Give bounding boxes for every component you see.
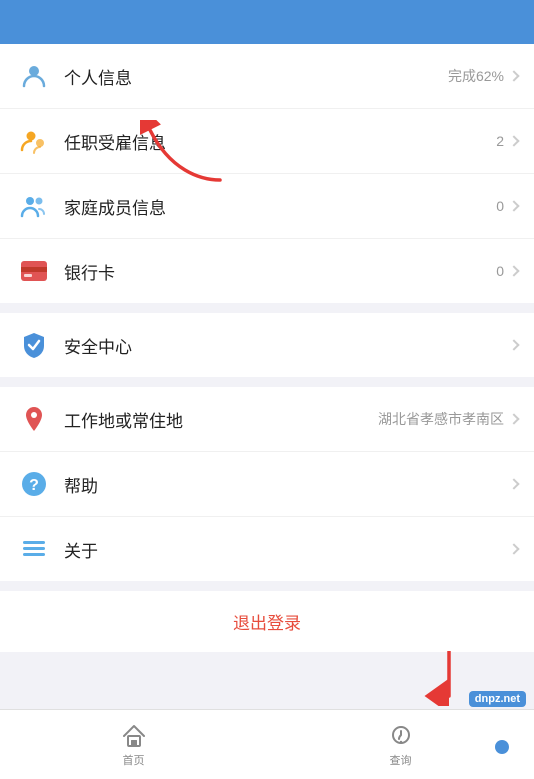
query-label: 查询 [390, 752, 412, 768]
bank-card-label: 银行卡 [64, 259, 496, 284]
employment-info-value: 2 [496, 133, 504, 149]
security-icon [16, 327, 52, 363]
chevron-icon [508, 200, 519, 211]
nav-item-home[interactable]: 首页 [0, 722, 267, 768]
family-info-value: 0 [496, 198, 504, 214]
menu-item-family-info[interactable]: 家庭成员信息 0 [0, 174, 534, 239]
nav-item-query[interactable]: 查询 [267, 722, 534, 768]
bank-card-icon [16, 253, 52, 289]
menu-item-bank-card[interactable]: 银行卡 0 [0, 239, 534, 303]
employ-icon [16, 123, 52, 159]
query-icon [387, 722, 415, 750]
home-label: 首页 [123, 752, 145, 768]
work-location-value: 湖北省孝感市孝南区 [378, 409, 504, 429]
watermark: dnpz.net [469, 691, 526, 707]
annotation-arrow-down [424, 651, 474, 711]
security-center-label: 安全中心 [64, 333, 504, 358]
employment-info-label: 任职受雇信息 [64, 129, 496, 154]
menu-item-about[interactable]: 关于 [0, 517, 534, 581]
person-icon [16, 58, 52, 94]
section-3: 工作地或常住地 湖北省孝感市孝南区 ? 帮助 关于 [0, 387, 534, 581]
menu-item-work-location[interactable]: 工作地或常住地 湖北省孝感市孝南区 [0, 387, 534, 452]
logout-button[interactable]: 退出登录 [233, 609, 301, 634]
location-icon [16, 401, 52, 437]
chevron-icon [508, 70, 519, 81]
personal-info-value: 完成62% [448, 66, 504, 86]
home-icon [120, 722, 148, 750]
chevron-icon [508, 478, 519, 489]
chevron-icon [508, 413, 519, 424]
menu-item-personal-info[interactable]: 个人信息 完成62% [0, 44, 534, 109]
chevron-icon [508, 265, 519, 276]
bottom-navigation: 首页 查询 dnpz.net [0, 709, 534, 779]
personal-info-label: 个人信息 [64, 64, 448, 89]
about-icon [16, 531, 52, 567]
chevron-icon [508, 339, 519, 350]
bank-card-value: 0 [496, 263, 504, 279]
help-label: 帮助 [64, 472, 504, 497]
family-info-label: 家庭成员信息 [64, 194, 496, 219]
work-location-label: 工作地或常住地 [64, 407, 378, 432]
top-bar [0, 0, 534, 44]
logout-section: 退出登录 [0, 591, 534, 652]
menu-item-security-center[interactable]: 安全中心 [0, 313, 534, 377]
chevron-icon [508, 543, 519, 554]
section-2: 安全中心 [0, 313, 534, 377]
menu-item-help[interactable]: ? 帮助 [0, 452, 534, 517]
family-icon [16, 188, 52, 224]
svg-text:?: ? [29, 477, 39, 494]
chevron-icon [508, 135, 519, 146]
about-label: 关于 [64, 537, 504, 562]
menu-item-employment-info[interactable]: 任职受雇信息 2 [0, 109, 534, 174]
section-1: 个人信息 完成62% 任职受雇信息 2 家庭成员信息 0 [0, 44, 534, 303]
help-icon: ? [16, 466, 52, 502]
